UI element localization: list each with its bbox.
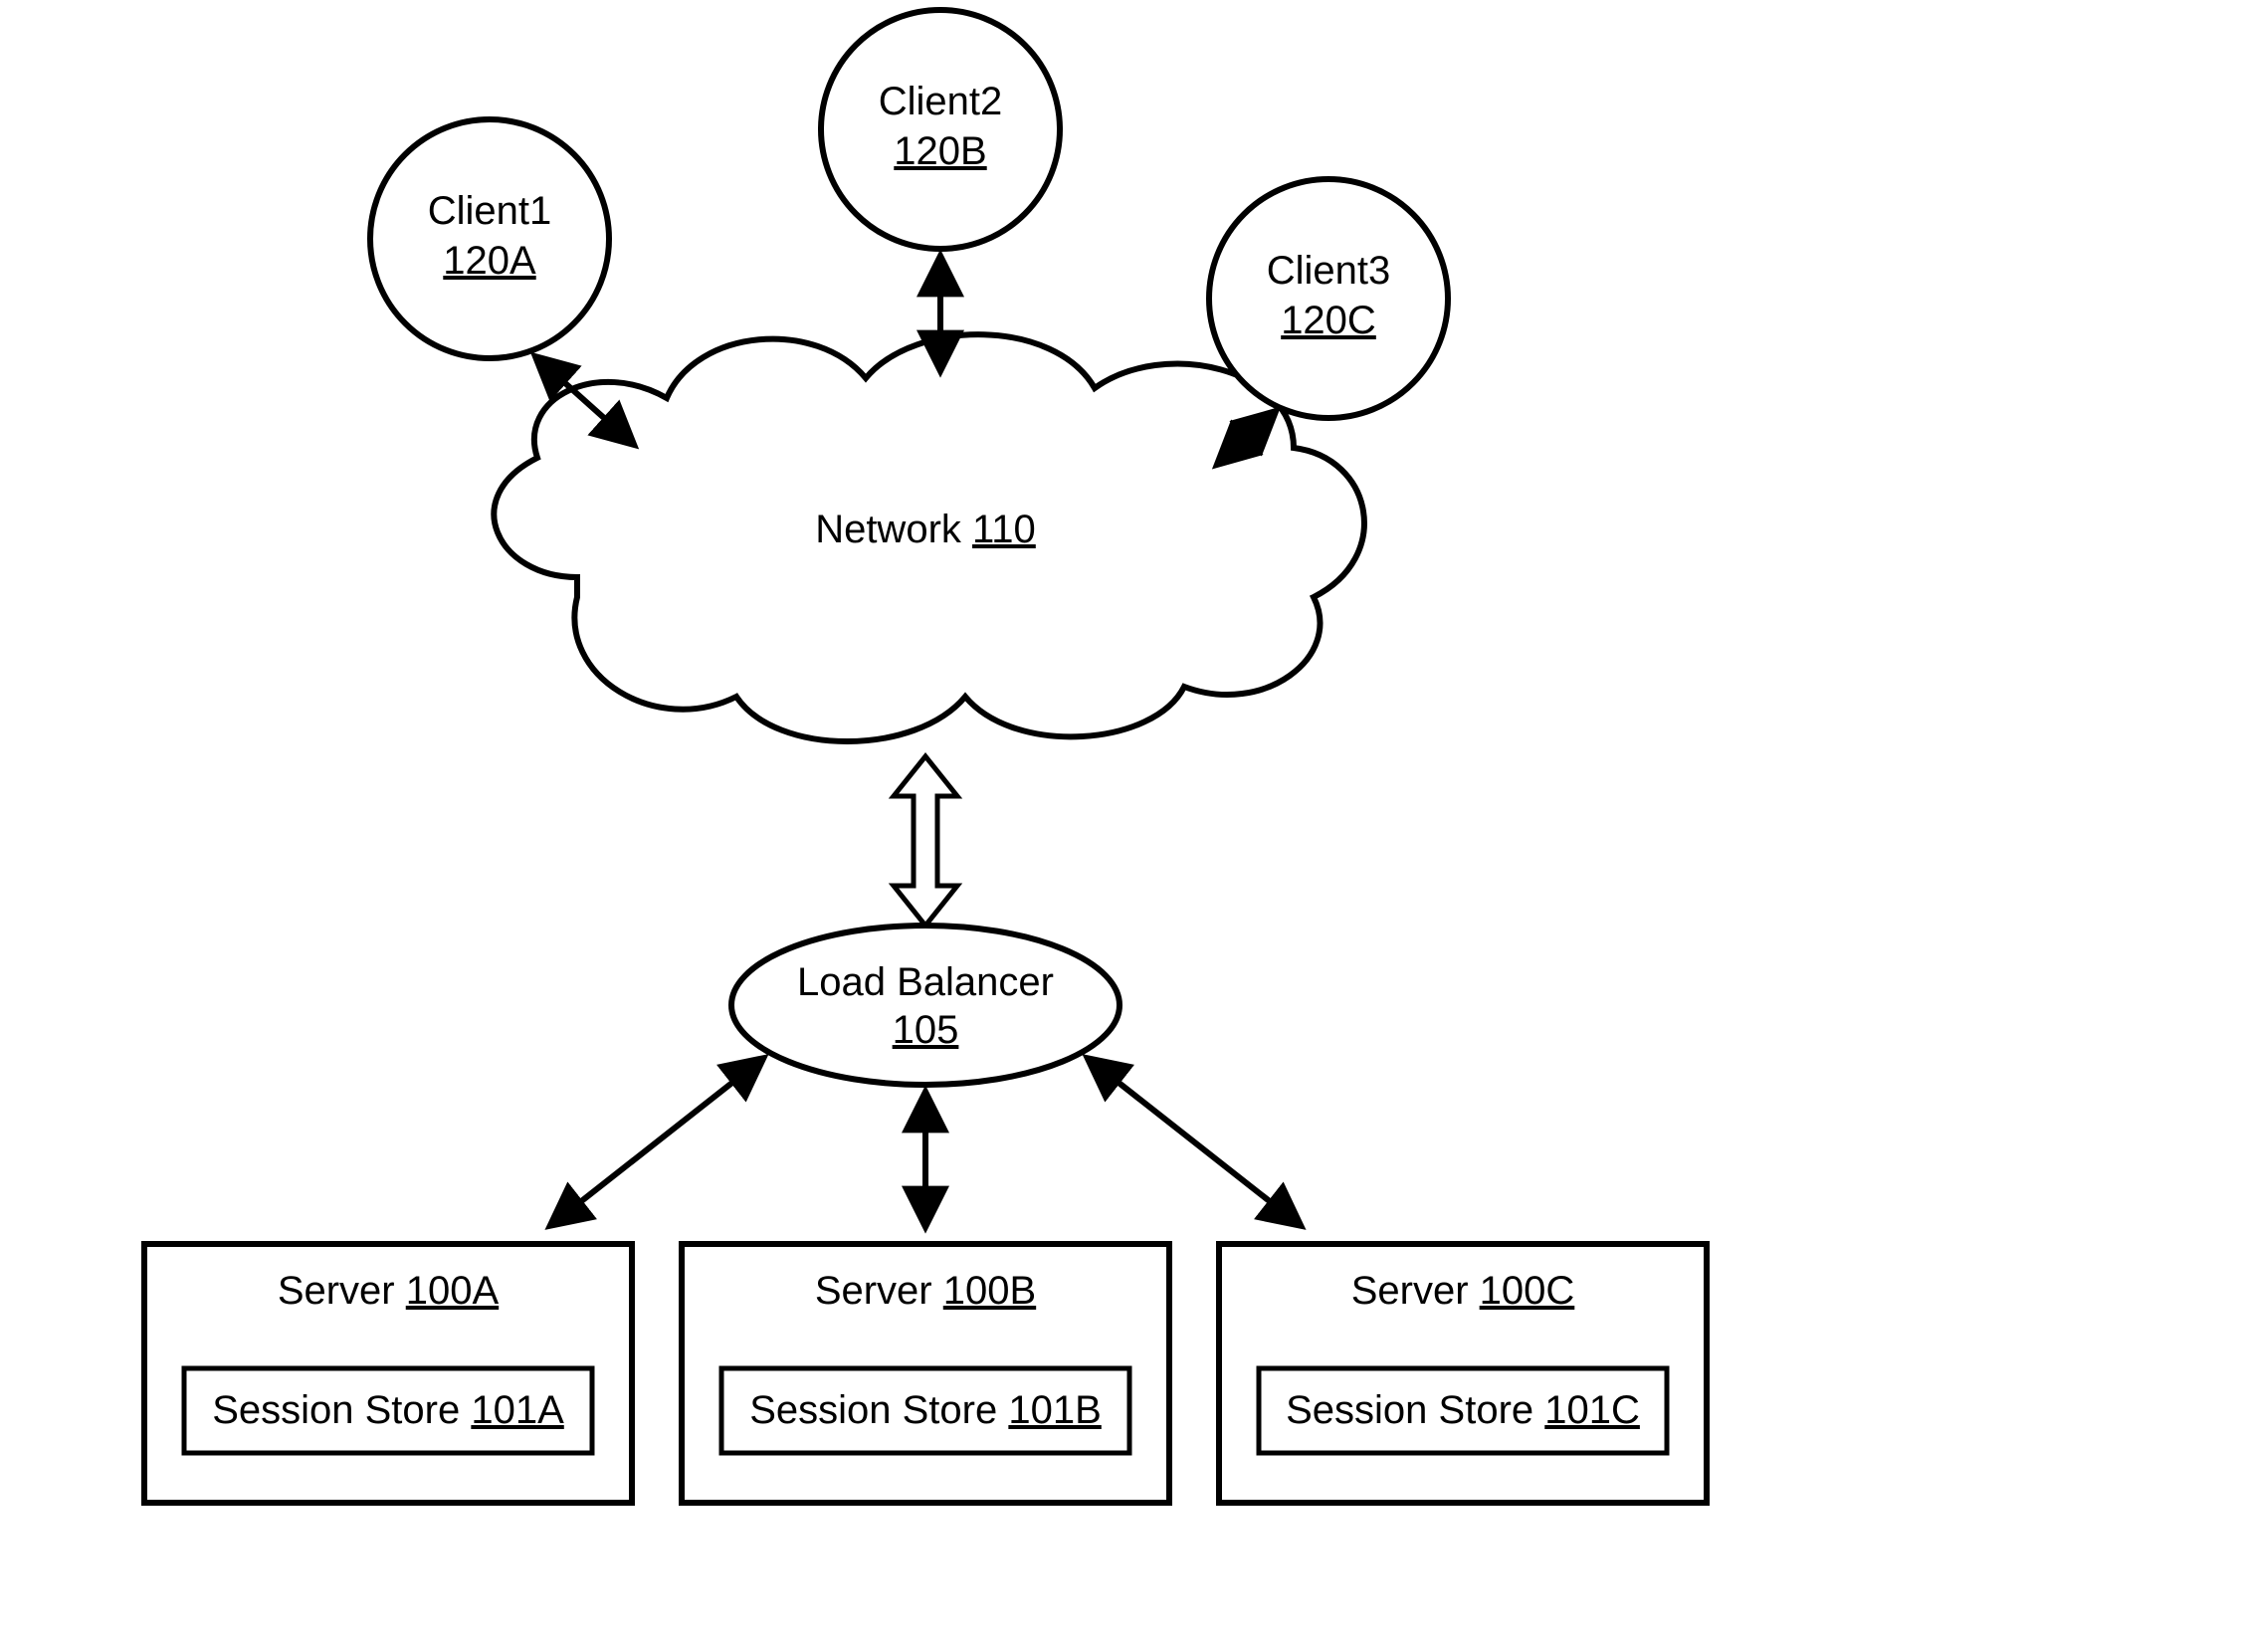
session-store-a-id: 101A bbox=[471, 1388, 564, 1432]
client1-node: Client1 120A bbox=[370, 119, 609, 358]
svg-text:Server 100A: Server 100A bbox=[278, 1269, 500, 1313]
svg-text:Server 100B: Server 100B bbox=[815, 1269, 1036, 1313]
session-store-c-id: 101C bbox=[1544, 1388, 1640, 1432]
client3-id: 120C bbox=[1281, 299, 1376, 342]
client1-label: Client1 bbox=[428, 189, 552, 233]
client3-node: Client3 120C bbox=[1209, 179, 1448, 418]
svg-text:Server 100C: Server 100C bbox=[1351, 1269, 1575, 1313]
server-a-label: Server bbox=[278, 1269, 395, 1313]
client2-label: Client2 bbox=[879, 80, 1003, 123]
hollow-double-arrow bbox=[894, 756, 957, 926]
load-balancer-label: Load Balancer bbox=[797, 960, 1054, 1004]
session-store-b-label: Session Store bbox=[749, 1388, 997, 1432]
server-b-node: Server 100B Session Store 101B bbox=[682, 1244, 1169, 1503]
session-store-b-id: 101B bbox=[1008, 1388, 1101, 1432]
arrow-lb-server-a bbox=[552, 1060, 761, 1224]
server-c-node: Server 100C Session Store 101C bbox=[1219, 1244, 1707, 1503]
session-store-a-label: Session Store bbox=[212, 1388, 460, 1432]
server-b-label: Server bbox=[815, 1269, 932, 1313]
client1-id: 120A bbox=[443, 239, 536, 283]
load-balancer-id: 105 bbox=[893, 1008, 959, 1052]
diagram-canvas: Network 110 Client1 120A Client2 120B Cl… bbox=[0, 0, 2242, 1652]
svg-text:Session Store 10: Session Store 101C bbox=[1286, 1388, 1640, 1432]
client2-node: Client2 120B bbox=[821, 10, 1060, 249]
svg-text:Session Store 10: Session Store 101B bbox=[749, 1388, 1102, 1432]
server-c-label: Server bbox=[1351, 1269, 1469, 1313]
server-a-node: Server 100A Session Store 101A bbox=[144, 1244, 632, 1503]
server-c-id: 100C bbox=[1480, 1269, 1575, 1313]
arrow-lb-server-c bbox=[1090, 1060, 1299, 1224]
network-id: 110 bbox=[972, 508, 1036, 551]
network-cloud: Network 110 bbox=[494, 334, 1364, 741]
server-a-id: 100A bbox=[406, 1269, 500, 1313]
session-store-c-label: Session Store bbox=[1286, 1388, 1533, 1432]
server-b-id: 100B bbox=[943, 1269, 1036, 1313]
svg-text:Session Store 10: Session Store 101A bbox=[212, 1388, 564, 1432]
load-balancer-node: Load Balancer 105 bbox=[731, 926, 1120, 1085]
network-label: Network bbox=[815, 508, 962, 551]
client2-id: 120B bbox=[894, 129, 986, 173]
svg-text:Network 110: Network 110 bbox=[815, 508, 1036, 551]
client3-label: Client3 bbox=[1267, 249, 1391, 293]
